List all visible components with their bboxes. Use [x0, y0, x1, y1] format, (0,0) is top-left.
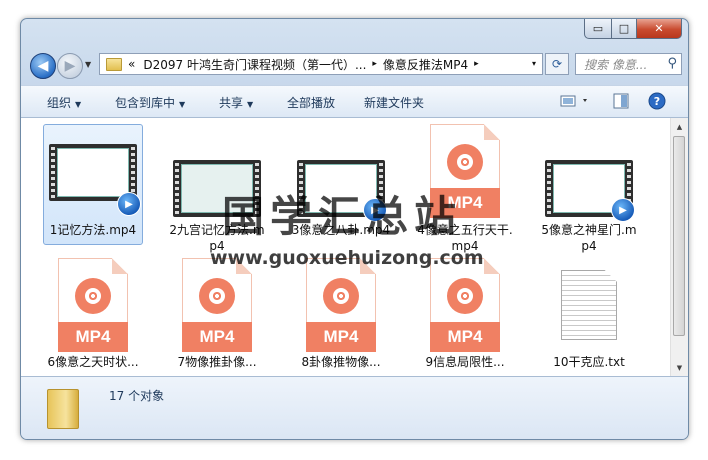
media-player-icon: ▶: [117, 192, 141, 216]
breadcrumb-2[interactable]: 像意反推法MP4: [383, 56, 468, 73]
include-in-library-menu[interactable]: 包含到库中 ▼: [115, 94, 185, 111]
maximize-button[interactable]: □: [612, 19, 637, 39]
play-all-button[interactable]: 全部播放: [287, 94, 335, 111]
mp4-file-icon: MP4: [306, 258, 376, 352]
text-file-icon: [561, 270, 617, 340]
breadcrumb-separator[interactable]: ▸: [468, 59, 485, 69]
file-name[interactable]: 5像意之神星门.mp4: [539, 222, 639, 254]
file-name[interactable]: 2九宫记忆方法.mp4: [167, 222, 267, 254]
address-overflow[interactable]: «: [128, 57, 135, 71]
file-item[interactable]: MP4 9信息局限性...: [415, 258, 515, 376]
file-name[interactable]: 7物像推卦像...: [167, 354, 267, 370]
file-item[interactable]: ▶ 5像意之神星门.mp4: [539, 124, 639, 253]
file-name[interactable]: 9信息局限性...: [415, 354, 515, 370]
file-name[interactable]: 10干克应.txt: [539, 354, 639, 370]
preview-pane-icon: [613, 93, 629, 109]
scrollbar-thumb[interactable]: [673, 136, 685, 336]
file-item[interactable]: MP4 7物像推卦像...: [167, 258, 267, 376]
breadcrumb-1[interactable]: D2097 叶鸿生奇门课程视频（第一代）...: [143, 56, 366, 73]
organize-menu[interactable]: 组织 ▼: [47, 94, 81, 111]
search-placeholder: 搜索 像意...: [584, 57, 648, 72]
navigation-bar: ◀ ▶ ▼ « D2097 叶鸿生奇门课程视频（第一代）... ▸ 像意反推法M…: [27, 51, 682, 81]
search-input[interactable]: 搜索 像意... ⚲: [575, 53, 682, 75]
file-list: ▶ 1记忆方法.mp4 2九宫记忆方法.mp4 ▶ 3像意之八卦.mp4 MP4…: [21, 118, 688, 376]
folder-icon: [106, 57, 122, 71]
video-thumbnail: [173, 160, 261, 217]
chevron-down-icon: ▼: [247, 100, 254, 109]
preview-pane-button[interactable]: [611, 91, 631, 111]
item-count: 17 个对象: [109, 389, 165, 403]
explorer-window: ▭ □ ✕ ◀ ▶ ▼ « D2097 叶鸿生奇门课程视频（第一代）... ▸ …: [20, 18, 689, 440]
file-name[interactable]: 4像意之五行天干.mp4: [415, 222, 515, 254]
file-item[interactable]: 2九宫记忆方法.mp4: [167, 124, 267, 253]
media-player-icon: ▶: [363, 198, 387, 222]
back-button[interactable]: ◀: [30, 53, 56, 79]
file-name[interactable]: 3像意之八卦.mp4: [291, 222, 391, 238]
forward-button[interactable]: ▶: [57, 53, 83, 79]
file-name[interactable]: 6像意之天时状...: [43, 354, 143, 370]
help-icon: ?: [648, 92, 666, 110]
search-icon[interactable]: ⚲: [667, 56, 677, 71]
media-player-icon: ▶: [611, 198, 635, 222]
file-item[interactable]: 10干克应.txt: [539, 258, 639, 376]
folder-icon: [47, 389, 79, 429]
file-item[interactable]: ▶ 1记忆方法.mp4: [43, 124, 143, 245]
recent-pages-dropdown[interactable]: ▼: [85, 60, 91, 69]
chevron-down-icon: ▼: [179, 100, 186, 109]
scroll-up-arrow[interactable]: ▲: [671, 118, 688, 135]
chevron-down-icon: ▼: [75, 100, 82, 109]
refresh-button[interactable]: ⟳: [545, 53, 569, 75]
address-dropdown[interactable]: ▾: [532, 59, 536, 68]
mp4-file-icon: MP4: [430, 258, 500, 352]
mp4-file-icon: MP4: [182, 258, 252, 352]
mp4-file-icon: MP4: [430, 124, 500, 218]
file-item[interactable]: MP4 8卦像推物像...: [291, 258, 391, 376]
minimize-button[interactable]: ▭: [584, 19, 612, 39]
file-name[interactable]: 1记忆方法.mp4: [43, 222, 143, 238]
close-button[interactable]: ✕: [637, 19, 682, 39]
window-controls: ▭ □ ✕: [584, 19, 682, 39]
new-folder-button[interactable]: 新建文件夹: [364, 94, 424, 111]
command-bar: 组织 ▼ 包含到库中 ▼ 共享 ▼ 全部播放 新建文件夹 ?: [21, 85, 688, 118]
file-item[interactable]: ▶ 3像意之八卦.mp4: [291, 124, 391, 245]
address-bar[interactable]: « D2097 叶鸿生奇门课程视频（第一代）... ▸ 像意反推法MP4 ▸ ▾: [99, 53, 543, 75]
file-item[interactable]: MP4 6像意之天时状...: [43, 258, 143, 376]
share-menu[interactable]: 共享 ▼: [219, 94, 253, 111]
breadcrumb-separator[interactable]: ▸: [366, 59, 383, 69]
help-button[interactable]: ?: [647, 91, 667, 111]
scroll-down-arrow[interactable]: ▼: [671, 359, 688, 376]
view-options-button[interactable]: [559, 91, 593, 111]
file-item[interactable]: MP4 4像意之五行天干.mp4: [415, 124, 515, 253]
details-pane: 17 个对象: [21, 376, 688, 439]
vertical-scrollbar[interactable]: ▲ ▼: [670, 118, 688, 376]
mp4-file-icon: MP4: [58, 258, 128, 352]
file-name[interactable]: 8卦像推物像...: [291, 354, 391, 370]
svg-text:?: ?: [654, 95, 660, 108]
view-icon: [560, 95, 587, 107]
